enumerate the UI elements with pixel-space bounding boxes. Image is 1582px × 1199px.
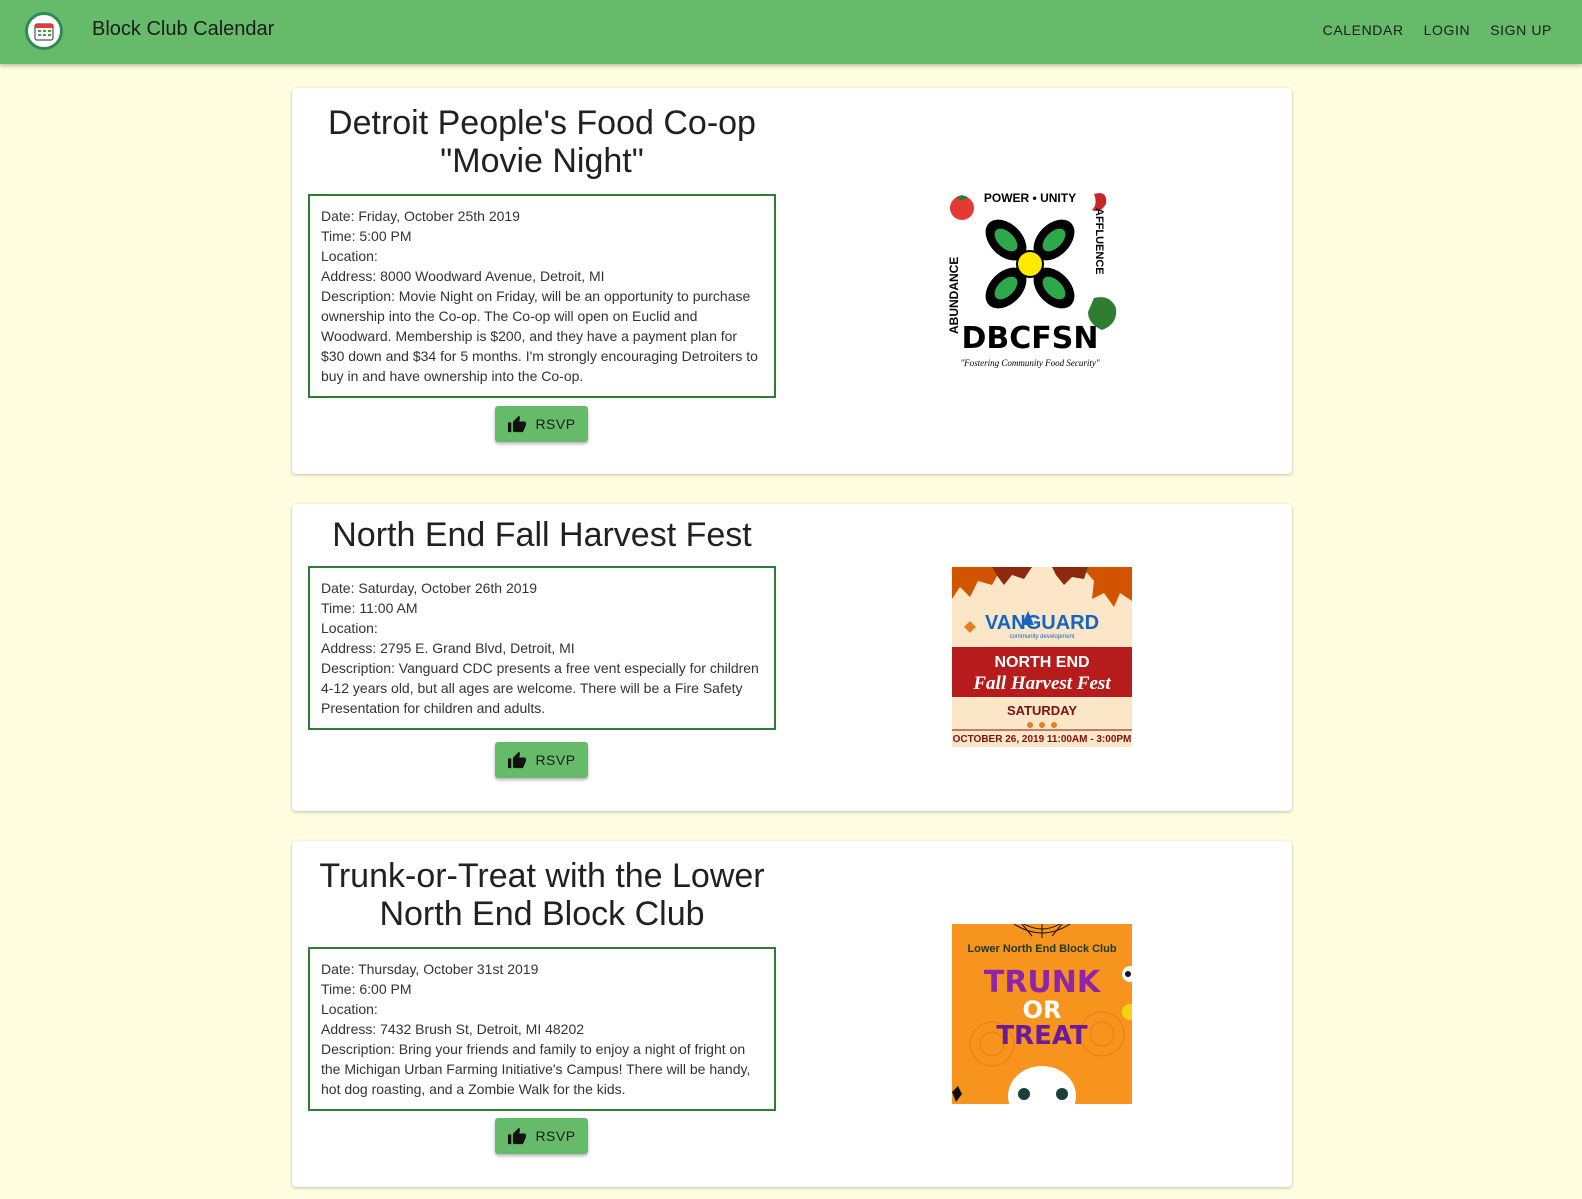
event-poster-image: Lower North End Block Club TRUNK OR TREA… bbox=[952, 924, 1132, 1104]
event-time: Time: 5:00 PM bbox=[321, 228, 412, 244]
event-address: Address: 7432 Brush St, Detroit, MI 4820… bbox=[321, 1021, 585, 1037]
poster-line2: OR bbox=[1023, 996, 1062, 1024]
event-details: Date: Thursday, October 31st 2019 Time: … bbox=[308, 947, 776, 1111]
event-date: Date: Thursday, October 31st 2019 bbox=[321, 961, 539, 977]
poster-name: DBCFSN bbox=[962, 321, 1099, 356]
thumb-up-icon bbox=[508, 415, 527, 433]
event-date: Date: Friday, October 25th 2019 bbox=[321, 208, 520, 224]
app-bar: Block Club Calendar CALENDAR LOGIN SIGN … bbox=[0, 0, 1582, 64]
event-title: Trunk-or-Treat with the Lower North End … bbox=[308, 857, 776, 933]
event-details: Date: Saturday, October 26th 2019 Time: … bbox=[308, 566, 776, 730]
poster-header: Lower North End Block Club bbox=[967, 943, 1116, 955]
event-info: Detroit People's Food Co-op "Movie Night… bbox=[308, 88, 776, 398]
poster-right-text: AFFLUENCE bbox=[1093, 208, 1105, 275]
poster-top-text: POWER • UNITY bbox=[984, 191, 1076, 205]
thumb-up-icon bbox=[508, 1127, 527, 1145]
nav-login-link[interactable]: LOGIN bbox=[1424, 22, 1471, 38]
poster-tagline: "Fostering Community Food Security" bbox=[960, 358, 1100, 368]
event-description: Description: Vanguard CDC presents a fre… bbox=[321, 660, 759, 716]
rsvp-label: RSVP bbox=[535, 752, 576, 768]
poster-line1: TRUNK bbox=[984, 965, 1102, 1000]
event-location: Location: bbox=[321, 1001, 378, 1017]
event-date: Date: Saturday, October 26th 2019 bbox=[321, 580, 538, 596]
event-description: Description: Bring your friends and fami… bbox=[321, 1041, 751, 1097]
poster-line3: SATURDAY bbox=[1007, 703, 1077, 718]
event-title-line: Trunk-or-Treat with the Lower bbox=[319, 857, 765, 895]
event-info: North End Fall Harvest Fest Date: Saturd… bbox=[308, 504, 776, 730]
event-title-line: "Movie Night" bbox=[440, 142, 644, 180]
top-nav: CALENDAR LOGIN SIGN UP bbox=[1323, 22, 1552, 38]
event-time: Time: 11:00 AM bbox=[321, 600, 418, 616]
event-time: Time: 6:00 PM bbox=[321, 981, 412, 997]
poster-brand: VANGUARD bbox=[985, 612, 1099, 634]
event-location: Location: bbox=[321, 620, 378, 636]
event-poster-image: VANGUARD community development NORTH END… bbox=[952, 567, 1132, 747]
event-poster-image: POWER • UNITY ABUNDANCE AFFLUENCE DBCFSN… bbox=[944, 186, 1122, 370]
event-address: Address: 8000 Woodward Avenue, Detroit, … bbox=[321, 268, 605, 284]
poster-line3: TREAT bbox=[996, 1021, 1088, 1051]
poster-line1: NORTH END bbox=[994, 654, 1089, 671]
rsvp-label: RSVP bbox=[535, 1128, 576, 1144]
event-title-line: Detroit People's Food Co-op bbox=[328, 104, 756, 142]
event-title-line: North End Fall Harvest Fest bbox=[332, 516, 752, 554]
poster-line2: Fall Harvest Fest bbox=[972, 673, 1111, 694]
calendar-logo-icon[interactable] bbox=[25, 12, 63, 50]
event-title: North End Fall Harvest Fest bbox=[308, 516, 776, 554]
poster-left-text: ABUNDANCE bbox=[947, 257, 961, 334]
event-details: Date: Friday, October 25th 2019 Time: 5:… bbox=[308, 194, 776, 398]
event-card: Trunk-or-Treat with the Lower North End … bbox=[292, 841, 1292, 1187]
rsvp-label: RSVP bbox=[535, 416, 576, 432]
rsvp-button[interactable]: RSVP bbox=[495, 406, 588, 442]
event-location: Location: bbox=[321, 248, 378, 264]
poster-brand-sub: community development bbox=[1009, 634, 1074, 640]
event-description: Description: Movie Night on Friday, will… bbox=[321, 288, 758, 384]
thumb-up-icon bbox=[508, 751, 527, 769]
event-title: Detroit People's Food Co-op "Movie Night… bbox=[308, 104, 776, 180]
event-card: North End Fall Harvest Fest Date: Saturd… bbox=[292, 504, 1292, 811]
rsvp-button[interactable]: RSVP bbox=[495, 742, 588, 778]
event-card: Detroit People's Food Co-op "Movie Night… bbox=[292, 88, 1292, 474]
event-info: Trunk-or-Treat with the Lower North End … bbox=[308, 841, 776, 1111]
app-title: Block Club Calendar bbox=[92, 18, 275, 40]
nav-signup-link[interactable]: SIGN UP bbox=[1490, 22, 1552, 38]
event-title-line: North End Block Club bbox=[379, 895, 705, 933]
poster-line4: OCTOBER 26, 2019 11:00AM - 3:00PM bbox=[953, 734, 1132, 745]
nav-calendar-link[interactable]: CALENDAR bbox=[1323, 22, 1404, 38]
event-address: Address: 2795 E. Grand Blvd, Detroit, MI bbox=[321, 640, 575, 656]
rsvp-button[interactable]: RSVP bbox=[495, 1118, 588, 1154]
